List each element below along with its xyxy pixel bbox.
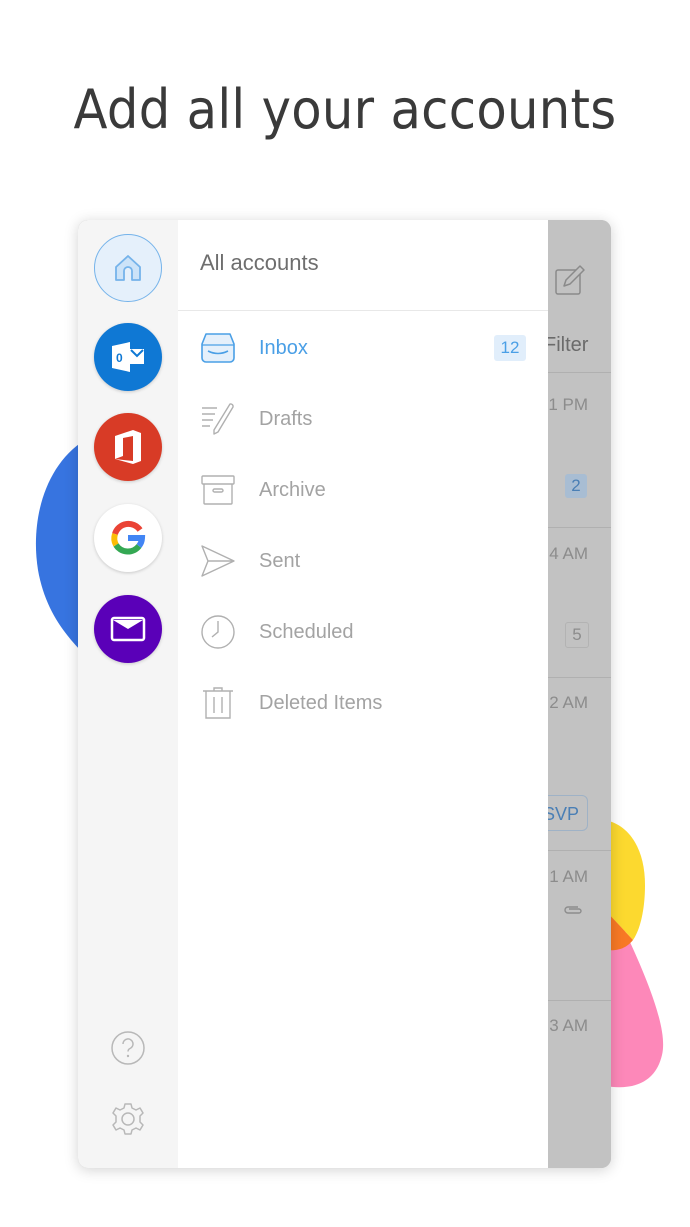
list-divider [548, 1000, 611, 1001]
sent-icon [198, 541, 238, 581]
google-icon [111, 520, 146, 555]
folder-deleted-items[interactable]: Deleted Items [178, 675, 548, 731]
filter-button[interactable]: Filter [544, 334, 588, 357]
svg-text:0: 0 [116, 351, 123, 365]
email-time: 1 AM [549, 867, 588, 886]
panel-divider [178, 310, 548, 311]
archive-icon [198, 470, 238, 510]
folder-label: Inbox [259, 336, 308, 359]
folder-label: Archive [259, 478, 326, 501]
folder-scheduled[interactable]: Scheduled [178, 604, 548, 660]
email-time: 1 PM [548, 395, 588, 414]
account-mail[interactable] [94, 595, 162, 663]
account-google[interactable] [94, 504, 162, 572]
outlook-icon: 0 [112, 342, 144, 372]
folder-label: Sent [259, 549, 301, 572]
folder-label: Deleted Items [259, 691, 383, 714]
folder-panel: All accounts Inbox 12 Drafts Archive Sen… [178, 220, 548, 1168]
trash-icon [198, 683, 238, 723]
attachment-icon [564, 906, 582, 914]
drafts-icon [198, 399, 238, 439]
email-thread-count: 5 [565, 622, 589, 648]
email-time: 2 AM [549, 693, 588, 712]
email-time: 4 AM [549, 544, 588, 563]
account-office[interactable] [94, 413, 162, 481]
home-icon [115, 255, 141, 281]
accounts-rail: 0 [78, 220, 178, 1168]
help-button[interactable] [110, 1030, 146, 1066]
email-time: 3 AM [549, 1016, 588, 1035]
folder-sent[interactable]: Sent [178, 533, 548, 589]
list-divider [548, 677, 611, 678]
account-all-accounts[interactable] [94, 234, 162, 302]
list-divider [548, 850, 611, 851]
folder-archive[interactable]: Archive [178, 462, 548, 518]
list-divider [548, 372, 611, 373]
folder-label: Drafts [259, 407, 313, 430]
panel-title: All accounts [200, 250, 319, 275]
mail-envelope-icon [110, 616, 146, 642]
email-thread-count: 2 [565, 474, 587, 498]
folder-inbox[interactable]: Inbox 12 [178, 320, 548, 376]
folder-drafts[interactable]: Drafts [178, 391, 548, 447]
help-icon [111, 1031, 145, 1065]
list-divider [548, 527, 611, 528]
compose-icon[interactable] [554, 264, 586, 296]
unread-count-badge: 12 [494, 335, 526, 361]
inbox-icon [198, 328, 238, 368]
clock-icon [198, 612, 238, 652]
office-icon [115, 430, 141, 464]
settings-button[interactable] [110, 1101, 146, 1137]
gear-icon [112, 1103, 144, 1135]
account-outlook[interactable]: 0 [94, 323, 162, 391]
app-window: Filter 1 PM 2 4 AM 5 2 AM SVP 1 AM 3 AM … [78, 220, 611, 1168]
folder-label: Scheduled [259, 620, 354, 643]
page-headline: Add all your accounts [73, 78, 617, 141]
